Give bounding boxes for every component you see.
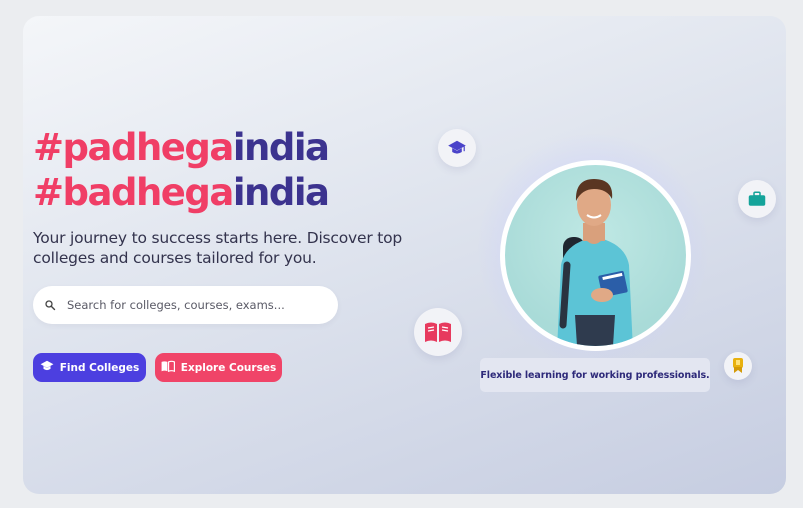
tagline-word: india <box>232 126 330 169</box>
search-icon <box>33 299 67 311</box>
search-bar[interactable] <box>33 286 338 324</box>
open-book-icon <box>414 308 462 356</box>
award-ribbon-icon <box>724 352 752 380</box>
tagline-badhega-india: #badhegaindia <box>33 171 330 214</box>
hero-section: #padhegaindia #badhegaindia Your journey… <box>23 16 786 494</box>
tagline-hash: #padhega <box>33 126 234 169</box>
student-portrait <box>500 160 691 351</box>
graduation-cap-icon <box>438 129 476 167</box>
graduation-cap-icon <box>40 360 54 375</box>
briefcase-icon <box>738 180 776 218</box>
tagline-word: india <box>232 171 330 214</box>
open-book-icon <box>161 360 175 375</box>
flexible-learning-caption: Flexible learning for working profession… <box>480 358 710 392</box>
tagline-padhega-india: #padhegaindia <box>33 126 330 169</box>
explore-courses-button[interactable]: Explore Courses <box>155 353 282 382</box>
find-colleges-label: Find Colleges <box>59 361 140 374</box>
student-photo <box>505 165 686 346</box>
tagline-hash: #badhega <box>33 171 234 214</box>
hero-subtitle: Your journey to success starts here. Dis… <box>33 229 403 267</box>
explore-courses-label: Explore Courses <box>180 361 277 374</box>
search-input[interactable] <box>67 298 338 312</box>
find-colleges-button[interactable]: Find Colleges <box>33 353 146 382</box>
